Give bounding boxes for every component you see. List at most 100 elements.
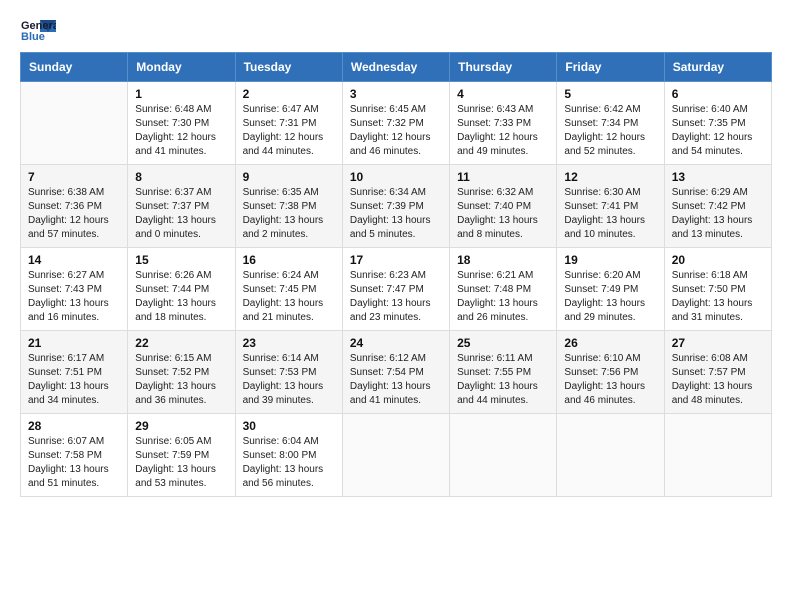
day-info: Sunrise: 6:42 AMSunset: 7:34 PMDaylight:… <box>564 103 656 159</box>
calendar-cell: 15 Sunrise: 6:26 AMSunset: 7:44 PMDayligh… <box>128 248 235 331</box>
day-number: 22 <box>135 336 227 350</box>
calendar-cell: 21 Sunrise: 6:17 AMSunset: 7:51 PMDayligh… <box>21 331 128 414</box>
day-info: Sunrise: 6:32 AMSunset: 7:40 PMDaylight:… <box>457 186 549 242</box>
day-number: 27 <box>672 336 764 350</box>
day-number: 19 <box>564 253 656 267</box>
calendar-cell: 3 Sunrise: 6:45 AMSunset: 7:32 PMDaylight… <box>342 82 449 165</box>
calendar-cell: 10 Sunrise: 6:34 AMSunset: 7:39 PMDayligh… <box>342 165 449 248</box>
day-number: 15 <box>135 253 227 267</box>
day-number: 13 <box>672 170 764 184</box>
calendar-cell <box>21 82 128 165</box>
day-info: Sunrise: 6:08 AMSunset: 7:57 PMDaylight:… <box>672 352 764 408</box>
day-info: Sunrise: 6:12 AMSunset: 7:54 PMDaylight:… <box>350 352 442 408</box>
day-info: Sunrise: 6:27 AMSunset: 7:43 PMDaylight:… <box>28 269 120 325</box>
day-info: Sunrise: 6:14 AMSunset: 7:53 PMDaylight:… <box>243 352 335 408</box>
day-info: Sunrise: 6:43 AMSunset: 7:33 PMDaylight:… <box>457 103 549 159</box>
day-info: Sunrise: 6:24 AMSunset: 7:45 PMDaylight:… <box>243 269 335 325</box>
day-number: 18 <box>457 253 549 267</box>
calendar-cell: 17 Sunrise: 6:23 AMSunset: 7:47 PMDayligh… <box>342 248 449 331</box>
week-row-4: 21 Sunrise: 6:17 AMSunset: 7:51 PMDayligh… <box>21 331 772 414</box>
calendar-cell: 7 Sunrise: 6:38 AMSunset: 7:36 PMDaylight… <box>21 165 128 248</box>
day-info: Sunrise: 6:38 AMSunset: 7:36 PMDaylight:… <box>28 186 120 242</box>
day-info: Sunrise: 6:45 AMSunset: 7:32 PMDaylight:… <box>350 103 442 159</box>
calendar-cell: 26Sunrise: 6:10 AMSunset: 7:56 PMDayligh… <box>557 331 664 414</box>
calendar-cell: 24 Sunrise: 6:12 AMSunset: 7:54 PMDayligh… <box>342 331 449 414</box>
day-info: Sunrise: 6:05 AMSunset: 7:59 PMDaylight:… <box>135 435 227 491</box>
logo: General Blue <box>20 16 56 44</box>
day-number: 11 <box>457 170 549 184</box>
logo-icon: General Blue <box>20 16 56 44</box>
weekday-header-tuesday: Tuesday <box>235 53 342 82</box>
calendar-cell: 12Sunrise: 6:30 AMSunset: 7:41 PMDayligh… <box>557 165 664 248</box>
weekday-header-friday: Friday <box>557 53 664 82</box>
day-info: Sunrise: 6:17 AMSunset: 7:51 PMDaylight:… <box>28 352 120 408</box>
day-info: Sunrise: 6:11 AMSunset: 7:55 PMDaylight:… <box>457 352 549 408</box>
day-number: 9 <box>243 170 335 184</box>
calendar-cell: 8Sunrise: 6:37 AMSunset: 7:37 PMDaylight… <box>128 165 235 248</box>
day-number: 20 <box>672 253 764 267</box>
day-number: 2 <box>243 87 335 101</box>
calendar-cell <box>450 414 557 497</box>
day-info: Sunrise: 6:34 AMSunset: 7:39 PMDaylight:… <box>350 186 442 242</box>
day-info: Sunrise: 6:15 AMSunset: 7:52 PMDaylight:… <box>135 352 227 408</box>
weekday-header-row: SundayMondayTuesdayWednesdayThursdayFrid… <box>21 53 772 82</box>
week-row-5: 28Sunrise: 6:07 AMSunset: 7:58 PMDayligh… <box>21 414 772 497</box>
week-row-2: 7 Sunrise: 6:38 AMSunset: 7:36 PMDaylight… <box>21 165 772 248</box>
day-info: Sunrise: 6:29 AMSunset: 7:42 PMDaylight:… <box>672 186 764 242</box>
week-row-1: 1 Sunrise: 6:48 AMSunset: 7:30 PMDaylight… <box>21 82 772 165</box>
day-number: 24 <box>350 336 442 350</box>
calendar-cell: 29 Sunrise: 6:05 AMSunset: 7:59 PMDayligh… <box>128 414 235 497</box>
day-info: Sunrise: 6:47 AMSunset: 7:31 PMDaylight:… <box>243 103 335 159</box>
weekday-header-thursday: Thursday <box>450 53 557 82</box>
day-number: 4 <box>457 87 549 101</box>
weekday-header-wednesday: Wednesday <box>342 53 449 82</box>
day-info: Sunrise: 6:23 AMSunset: 7:47 PMDaylight:… <box>350 269 442 325</box>
day-info: Sunrise: 6:21 AMSunset: 7:48 PMDaylight:… <box>457 269 549 325</box>
calendar-cell <box>342 414 449 497</box>
calendar-cell: 30 Sunrise: 6:04 AMSunset: 8:00 PMDayligh… <box>235 414 342 497</box>
calendar-cell: 1 Sunrise: 6:48 AMSunset: 7:30 PMDaylight… <box>128 82 235 165</box>
day-info: Sunrise: 6:48 AMSunset: 7:30 PMDaylight:… <box>135 103 227 159</box>
day-number: 8 <box>135 170 227 184</box>
calendar-cell: 4 Sunrise: 6:43 AMSunset: 7:33 PMDaylight… <box>450 82 557 165</box>
calendar-cell: 13 Sunrise: 6:29 AMSunset: 7:42 PMDayligh… <box>664 165 771 248</box>
day-info: Sunrise: 6:10 AMSunset: 7:56 PMDaylight:… <box>564 352 656 408</box>
week-row-3: 14 Sunrise: 6:27 AMSunset: 7:43 PMDayligh… <box>21 248 772 331</box>
day-info: Sunrise: 6:20 AMSunset: 7:49 PMDaylight:… <box>564 269 656 325</box>
calendar-table: SundayMondayTuesdayWednesdayThursdayFrid… <box>20 52 772 497</box>
day-number: 21 <box>28 336 120 350</box>
calendar-cell: 14 Sunrise: 6:27 AMSunset: 7:43 PMDayligh… <box>21 248 128 331</box>
calendar-cell: 2 Sunrise: 6:47 AMSunset: 7:31 PMDaylight… <box>235 82 342 165</box>
calendar-cell: 25 Sunrise: 6:11 AMSunset: 7:55 PMDayligh… <box>450 331 557 414</box>
day-number: 1 <box>135 87 227 101</box>
day-number: 3 <box>350 87 442 101</box>
day-number: 25 <box>457 336 549 350</box>
svg-text:Blue: Blue <box>21 31 45 43</box>
day-info: Sunrise: 6:18 AMSunset: 7:50 PMDaylight:… <box>672 269 764 325</box>
calendar-cell <box>664 414 771 497</box>
calendar-cell: 5 Sunrise: 6:42 AMSunset: 7:34 PMDaylight… <box>557 82 664 165</box>
day-number: 6 <box>672 87 764 101</box>
day-info: Sunrise: 6:04 AMSunset: 8:00 PMDaylight:… <box>243 435 335 491</box>
calendar-cell: 27 Sunrise: 6:08 AMSunset: 7:57 PMDayligh… <box>664 331 771 414</box>
day-number: 30 <box>243 419 335 433</box>
calendar-cell <box>557 414 664 497</box>
day-info: Sunrise: 6:35 AMSunset: 7:38 PMDaylight:… <box>243 186 335 242</box>
day-number: 29 <box>135 419 227 433</box>
day-number: 17 <box>350 253 442 267</box>
day-number: 14 <box>28 253 120 267</box>
day-info: Sunrise: 6:26 AMSunset: 7:44 PMDaylight:… <box>135 269 227 325</box>
day-number: 12 <box>564 170 656 184</box>
weekday-header-monday: Monday <box>128 53 235 82</box>
calendar-cell: 6 Sunrise: 6:40 AMSunset: 7:35 PMDaylight… <box>664 82 771 165</box>
day-number: 10 <box>350 170 442 184</box>
day-info: Sunrise: 6:40 AMSunset: 7:35 PMDaylight:… <box>672 103 764 159</box>
day-number: 28 <box>28 419 120 433</box>
weekday-header-sunday: Sunday <box>21 53 128 82</box>
weekday-header-saturday: Saturday <box>664 53 771 82</box>
header: General Blue <box>20 16 772 44</box>
calendar-cell: 22 Sunrise: 6:15 AMSunset: 7:52 PMDayligh… <box>128 331 235 414</box>
calendar-cell: 23Sunrise: 6:14 AMSunset: 7:53 PMDayligh… <box>235 331 342 414</box>
day-number: 5 <box>564 87 656 101</box>
day-number: 7 <box>28 170 120 184</box>
